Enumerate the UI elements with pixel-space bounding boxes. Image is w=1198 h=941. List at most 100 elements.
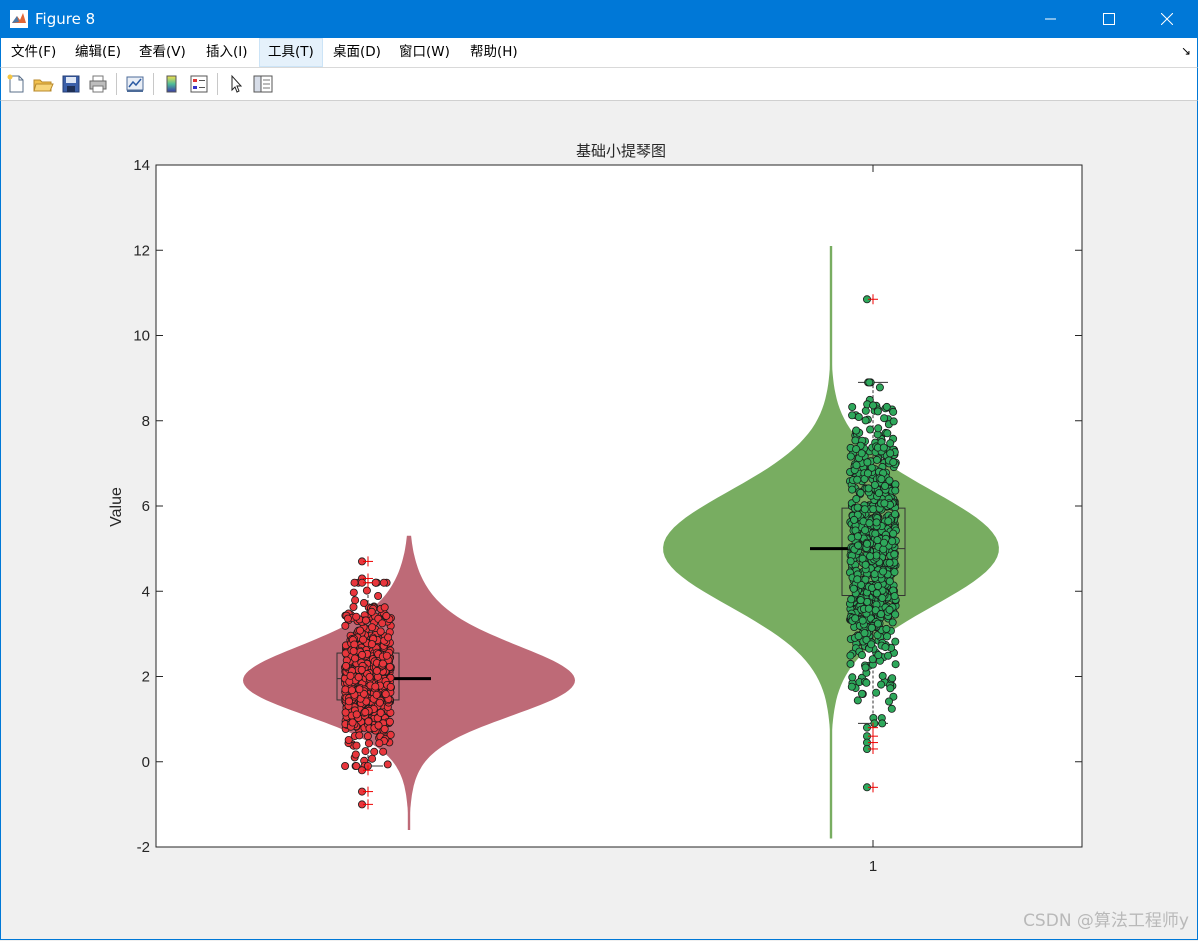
close-button[interactable] bbox=[1138, 0, 1196, 38]
data-point bbox=[863, 469, 872, 478]
data-point bbox=[879, 567, 888, 576]
data-point bbox=[352, 741, 361, 750]
data-point bbox=[382, 611, 391, 620]
data-point bbox=[852, 426, 861, 435]
toolbar-separator bbox=[153, 73, 154, 95]
data-point bbox=[883, 632, 892, 641]
data-point bbox=[847, 595, 856, 604]
data-point bbox=[346, 671, 355, 680]
data-point bbox=[873, 536, 882, 545]
chart-title: 基础小提琴图 bbox=[576, 143, 666, 160]
menu-edit[interactable]: 编辑(E) bbox=[67, 38, 129, 67]
data-point bbox=[885, 558, 894, 567]
data-point bbox=[865, 519, 874, 528]
y-tick-label: 14 bbox=[133, 157, 150, 174]
data-point bbox=[878, 671, 887, 680]
data-point bbox=[858, 616, 867, 625]
data-point bbox=[881, 481, 890, 490]
data-point bbox=[857, 449, 866, 458]
menu-insert[interactable]: 插入(I) bbox=[198, 38, 256, 67]
data-point bbox=[880, 499, 889, 508]
menu-desktop[interactable]: 桌面(D) bbox=[325, 38, 389, 67]
data-point bbox=[861, 406, 870, 415]
y-tick-label: 12 bbox=[133, 242, 150, 259]
violin-chart: -2 0 2 4 6 8 10 12 14 1 基础小提琴图 Value bbox=[108, 143, 1083, 875]
maximize-icon bbox=[1103, 13, 1115, 25]
data-point bbox=[861, 416, 870, 425]
data-point bbox=[860, 629, 869, 638]
close-icon bbox=[1161, 13, 1173, 25]
data-point bbox=[874, 619, 883, 628]
data-point bbox=[887, 704, 896, 713]
open-file-icon[interactable] bbox=[32, 73, 54, 95]
data-point bbox=[858, 651, 867, 660]
data-point bbox=[864, 604, 873, 613]
menu-help[interactable]: 帮助(H) bbox=[462, 38, 526, 67]
data-point bbox=[860, 505, 869, 514]
new-figure-icon[interactable] bbox=[5, 73, 27, 95]
data-point bbox=[879, 443, 888, 452]
link-plot-icon[interactable] bbox=[124, 73, 146, 95]
data-point bbox=[350, 578, 359, 587]
data-point bbox=[376, 627, 385, 636]
data-point bbox=[374, 721, 383, 730]
data-point bbox=[349, 647, 358, 656]
data-point bbox=[863, 597, 872, 606]
minimize-button[interactable] bbox=[1022, 0, 1080, 38]
property-inspector-icon[interactable] bbox=[252, 73, 274, 95]
data-point bbox=[875, 383, 884, 392]
data-point bbox=[361, 708, 370, 717]
data-point bbox=[872, 688, 881, 697]
data-point bbox=[371, 682, 380, 691]
data-point bbox=[380, 603, 389, 612]
data-point bbox=[361, 616, 370, 625]
data-point bbox=[886, 684, 895, 693]
data-point bbox=[375, 698, 384, 707]
menu-view[interactable]: 查看(V) bbox=[131, 38, 194, 67]
data-point bbox=[359, 635, 368, 644]
pointer-icon[interactable] bbox=[225, 73, 247, 95]
y-tick-label: 0 bbox=[142, 754, 150, 771]
y-axis-label: Value bbox=[108, 487, 125, 527]
save-icon[interactable] bbox=[60, 73, 82, 95]
data-point bbox=[889, 529, 898, 538]
data-point bbox=[382, 651, 391, 660]
data-point bbox=[891, 637, 900, 646]
data-point bbox=[882, 624, 891, 633]
data-point bbox=[874, 651, 883, 660]
data-point bbox=[880, 414, 889, 423]
data-point bbox=[341, 621, 350, 630]
data-point bbox=[891, 486, 900, 495]
data-point bbox=[376, 708, 385, 717]
data-point bbox=[861, 526, 870, 535]
dock-figure-icon[interactable]: ↘ bbox=[1181, 44, 1191, 58]
data-point bbox=[877, 610, 886, 619]
data-point bbox=[880, 538, 889, 547]
data-point bbox=[385, 717, 394, 726]
colorbar-icon[interactable] bbox=[161, 73, 183, 95]
data-point bbox=[878, 719, 887, 728]
legend-icon[interactable] bbox=[188, 73, 210, 95]
data-point bbox=[359, 598, 368, 607]
data-point bbox=[370, 747, 379, 756]
data-point bbox=[371, 578, 380, 587]
data-point bbox=[848, 402, 857, 411]
data-point bbox=[870, 480, 879, 489]
print-icon[interactable] bbox=[87, 73, 109, 95]
data-point bbox=[890, 550, 899, 559]
data-point bbox=[861, 560, 870, 569]
maximize-button[interactable] bbox=[1080, 0, 1138, 38]
data-point bbox=[355, 731, 364, 740]
menu-file[interactable]: 文件(F) bbox=[3, 38, 64, 67]
data-point bbox=[875, 489, 884, 498]
data-point bbox=[874, 581, 883, 590]
data-point bbox=[852, 461, 861, 470]
data-point bbox=[854, 541, 863, 550]
menu-window[interactable]: 窗口(W) bbox=[391, 38, 458, 67]
data-point bbox=[349, 602, 358, 611]
data-point bbox=[882, 402, 891, 411]
data-point bbox=[383, 760, 392, 769]
minimize-icon bbox=[1045, 18, 1056, 20]
data-point bbox=[867, 623, 876, 632]
menu-tools[interactable]: 工具(T) bbox=[259, 38, 323, 67]
